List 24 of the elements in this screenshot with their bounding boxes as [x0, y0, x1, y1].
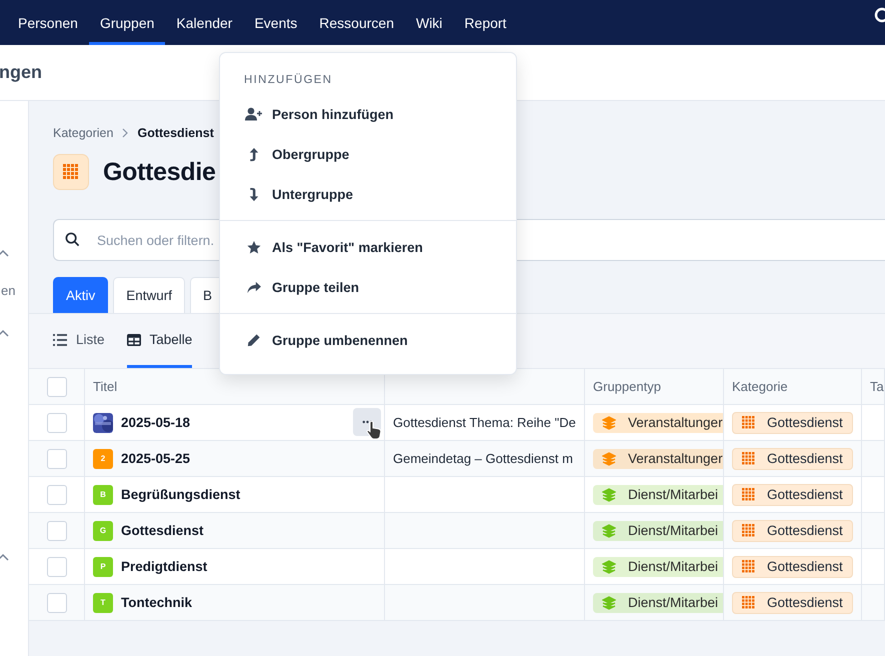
- group-avatar: P: [93, 556, 113, 576]
- description-cell: Gemeindetag – Gottesdienst m: [393, 451, 573, 466]
- group-type-tag: Dienst/Mitarbei: [593, 520, 723, 540]
- category-tag: Gottesdienst: [732, 484, 853, 506]
- group-avatar: G: [93, 520, 113, 540]
- page-title: Gottesdie: [103, 158, 216, 186]
- group-type-tag: Dienst/Mitarbei: [593, 484, 723, 504]
- category-tag: Gottesdienst: [732, 520, 853, 542]
- group-type-tag: Dienst/Mitarbei: [593, 556, 723, 576]
- menu-section-heading: HINZUFÜGEN: [243, 72, 334, 88]
- category-tag: Gottesdienst: [732, 556, 853, 578]
- category-tag: Gottesdienst: [732, 592, 853, 614]
- breadcrumb-current: Gottesdienst: [137, 126, 214, 140]
- group-type-tag: Veranstaltunger: [593, 412, 723, 432]
- sidebar-label: en: [1, 283, 16, 298]
- category-tag: Gottesdienst: [732, 412, 853, 434]
- category-tag: Gottesdienst: [732, 448, 853, 470]
- page-header-title: ngen: [0, 62, 42, 83]
- description-cell: Gottesdienst Thema: Reihe "De: [393, 415, 576, 430]
- group-type-tag: Veranstaltunger: [593, 448, 723, 468]
- group-avatar: B: [93, 484, 113, 504]
- group-type-tag: Dienst/Mitarbei: [593, 592, 723, 612]
- group-avatar: 2: [93, 448, 113, 468]
- group-avatar: T: [93, 592, 113, 612]
